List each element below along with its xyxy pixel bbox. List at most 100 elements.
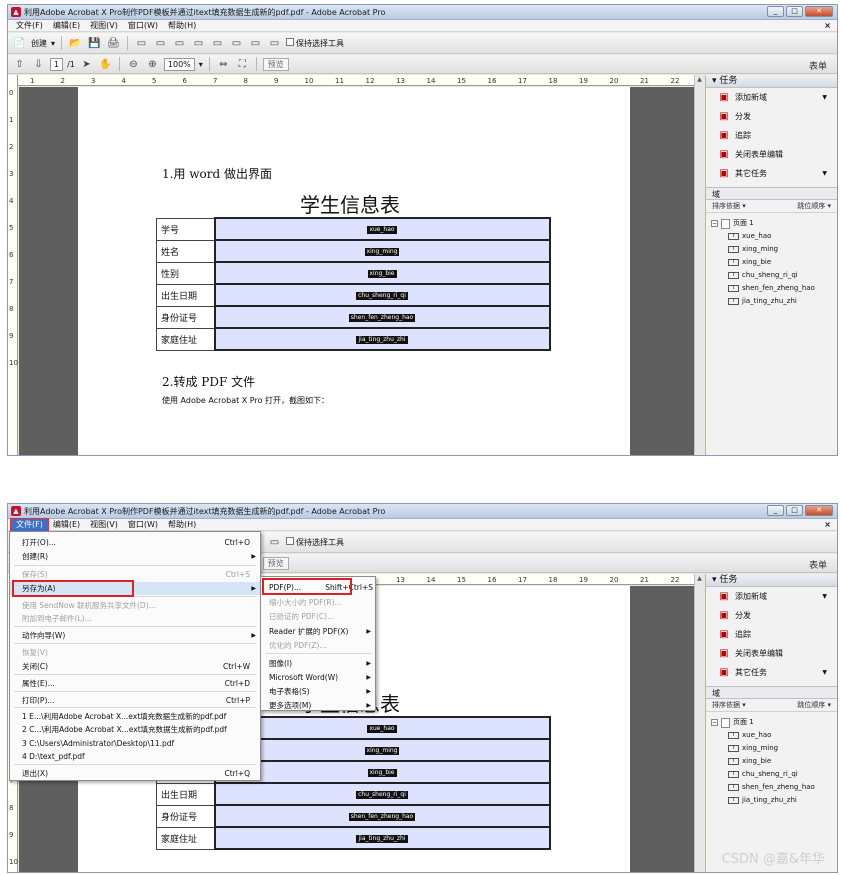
- form-field[interactable]: chu_sheng_ri_qi: [213, 782, 551, 806]
- radio-tool-icon[interactable]: ▭: [172, 36, 187, 51]
- signature-tool-icon[interactable]: ▭: [248, 36, 263, 51]
- scroll-up-icon[interactable]: ▲: [695, 75, 704, 85]
- form-field[interactable]: chu_sheng_ri_qi: [213, 283, 551, 307]
- file-menu-item[interactable]: 退出(X) Ctrl+Q: [10, 767, 260, 780]
- close-window-button[interactable]: ✕: [805, 6, 833, 17]
- fit-width-icon[interactable]: ⇔: [216, 57, 231, 72]
- next-page-icon[interactable]: ⇩: [31, 57, 46, 72]
- file-menu-item[interactable]: 打开(O)... Ctrl+O: [10, 536, 260, 549]
- form-field[interactable]: xing_ming: [213, 738, 551, 762]
- tree-field-node[interactable]: Ixue_hao: [706, 729, 837, 742]
- menu-item-1[interactable]: 编辑(E): [48, 519, 85, 531]
- task-item[interactable]: ▣ 添加新域 ▼: [706, 587, 837, 606]
- saveas-menu-item[interactable]: 缩小大小的 PDF(R)...: [261, 596, 375, 609]
- barcode-tool-icon[interactable]: ▭: [267, 36, 282, 51]
- zoom-in-icon[interactable]: ⊕: [145, 57, 160, 72]
- tree-field-node[interactable]: Ichu_sheng_ri_qi: [706, 768, 837, 781]
- minimize-button[interactable]: _: [767, 505, 784, 516]
- form-field[interactable]: xue_hao: [213, 716, 551, 740]
- prev-page-icon[interactable]: ⇧: [12, 57, 27, 72]
- keep-tool-checkbox[interactable]: 保持选择工具: [286, 37, 344, 49]
- form-field[interactable]: shen_fen_zheng_hao: [213, 305, 551, 329]
- task-item[interactable]: ▣ 追踪: [706, 625, 837, 644]
- tree-field-node[interactable]: Ixing_bie: [706, 256, 837, 269]
- minimize-button[interactable]: _: [767, 6, 784, 17]
- saveas-menu-item[interactable]: Reader 扩展的 PDF(X) ▶: [261, 625, 375, 638]
- saveas-menu-item[interactable]: 电子表格(S) ▶: [261, 685, 375, 698]
- file-menu-item[interactable]: 动作向导(W) ▶: [10, 629, 260, 642]
- hand-tool-icon[interactable]: ✋: [98, 57, 113, 72]
- open-folder-icon[interactable]: 📂: [68, 36, 83, 51]
- page-number-input[interactable]: 1: [50, 57, 64, 71]
- tree-field-node[interactable]: Ijia_ting_zhu_zhi: [706, 794, 837, 807]
- file-menu-item[interactable]: 3 C:\Users\Administrator\Desktop\11.pdf: [10, 737, 260, 750]
- chevron-down-icon[interactable]: ▼: [822, 94, 827, 101]
- tree-field-node[interactable]: Ichu_sheng_ri_qi: [706, 269, 837, 282]
- menu-item-4[interactable]: 帮助(H): [163, 519, 201, 531]
- dropdown-tool-icon[interactable]: ▭: [210, 36, 225, 51]
- listbox-tool-icon[interactable]: ▭: [191, 36, 206, 51]
- menu-item-2[interactable]: 视图(V): [85, 20, 123, 32]
- file-menu-item[interactable]: 打印(P)... Ctrl+P: [10, 694, 260, 707]
- tree-field-node[interactable]: Ixing_ming: [706, 742, 837, 755]
- select-tool-icon[interactable]: ➤: [79, 57, 94, 72]
- form-field[interactable]: xue_hao: [213, 217, 551, 241]
- file-menu-item[interactable]: 附加到电子邮件(L)...: [10, 612, 260, 625]
- task-item[interactable]: ▣ 分发: [706, 107, 837, 126]
- menu-item-4[interactable]: 帮助(H): [163, 20, 201, 32]
- task-item[interactable]: ▣ 分发: [706, 606, 837, 625]
- tree-field-node[interactable]: Ixue_hao: [706, 230, 837, 243]
- saveas-menu-item[interactable]: 已验证的 PDF(C)...: [261, 610, 375, 623]
- sort-by-dropdown[interactable]: 排序依据 ▾: [712, 699, 746, 711]
- chevron-down-icon[interactable]: ▼: [822, 170, 827, 177]
- saveas-menu-item[interactable]: 更多选项(M) ▶: [261, 699, 375, 712]
- task-item[interactable]: ▣ 关闭表单编辑: [706, 644, 837, 663]
- form-field[interactable]: xing_bie: [213, 760, 551, 784]
- button-tool-icon[interactable]: ▭: [229, 36, 244, 51]
- saveas-menu-item[interactable]: 图像(I) ▶: [261, 657, 375, 670]
- chevron-down-icon[interactable]: ▼: [822, 593, 827, 600]
- scroll-up-icon[interactable]: ▲: [695, 574, 704, 584]
- maximize-button[interactable]: □: [786, 505, 803, 516]
- task-item[interactable]: ▣ 添加新域 ▼: [706, 88, 837, 107]
- file-menu-item[interactable]: 1 E...\利用Adobe Acrobat X...ext填充数据生成新的pd…: [10, 710, 260, 723]
- print-icon[interactable]: 🖨: [106, 36, 121, 51]
- close-window-button[interactable]: ✕: [805, 505, 833, 516]
- preview-button[interactable]: 预览: [262, 556, 289, 570]
- document-close-button[interactable]: ×: [824, 519, 831, 531]
- form-field[interactable]: jia_ting_zhu_zhi: [213, 327, 551, 351]
- tab-order-dropdown[interactable]: 跳位顺序 ▾: [797, 699, 831, 711]
- saveas-menu-item[interactable]: 优化的 PDF(Z)...: [261, 639, 375, 652]
- vertical-scrollbar[interactable]: ▲: [694, 574, 704, 872]
- checkbox-icon[interactable]: [286, 536, 295, 545]
- form-field[interactable]: xing_bie: [213, 261, 551, 285]
- create-icon[interactable]: 📄: [12, 36, 27, 51]
- collapse-icon[interactable]: −: [711, 220, 718, 227]
- barcode-tool-icon[interactable]: ▭: [267, 535, 282, 550]
- menu-item-2[interactable]: 视图(V): [85, 519, 123, 531]
- file-menu-item[interactable]: 关闭(C) Ctrl+W: [10, 660, 260, 673]
- zoom-select[interactable]: 100%: [163, 57, 195, 71]
- form-field[interactable]: xing_ming: [213, 239, 551, 263]
- menu-item-0[interactable]: 文件(F): [10, 517, 49, 532]
- vertical-scrollbar[interactable]: ▲: [694, 75, 704, 455]
- tree-field-node[interactable]: Ixing_ming: [706, 243, 837, 256]
- task-item[interactable]: ▣ 追踪: [706, 126, 837, 145]
- keep-tool-checkbox[interactable]: 保持选择工具: [286, 536, 344, 548]
- tree-field-node[interactable]: Ishen_fen_zheng_hao: [706, 282, 837, 295]
- task-item[interactable]: ▣ 其它任务 ▼: [706, 663, 837, 682]
- tasks-header[interactable]: ▾ 任务: [706, 574, 837, 587]
- file-menu-item[interactable]: 恢复(V): [10, 646, 260, 659]
- tree-field-node[interactable]: Ijia_ting_zhu_zhi: [706, 295, 837, 308]
- collapse-icon[interactable]: −: [711, 719, 718, 726]
- file-menu-item[interactable]: 4 D:\text_pdf.pdf: [10, 750, 260, 763]
- file-menu-item[interactable]: 创建(R) ▶: [10, 550, 260, 563]
- fit-page-icon[interactable]: ⛶: [235, 57, 250, 72]
- checkbox-icon[interactable]: [286, 37, 295, 46]
- task-item[interactable]: ▣ 关闭表单编辑: [706, 145, 837, 164]
- tree-field-node[interactable]: Ishen_fen_zheng_hao: [706, 781, 837, 794]
- maximize-button[interactable]: □: [786, 6, 803, 17]
- saveas-menu-item[interactable]: Microsoft Word(W) ▶: [261, 671, 375, 684]
- chevron-down-icon[interactable]: ▼: [822, 669, 827, 676]
- chevron-down-icon[interactable]: ▾: [51, 39, 55, 48]
